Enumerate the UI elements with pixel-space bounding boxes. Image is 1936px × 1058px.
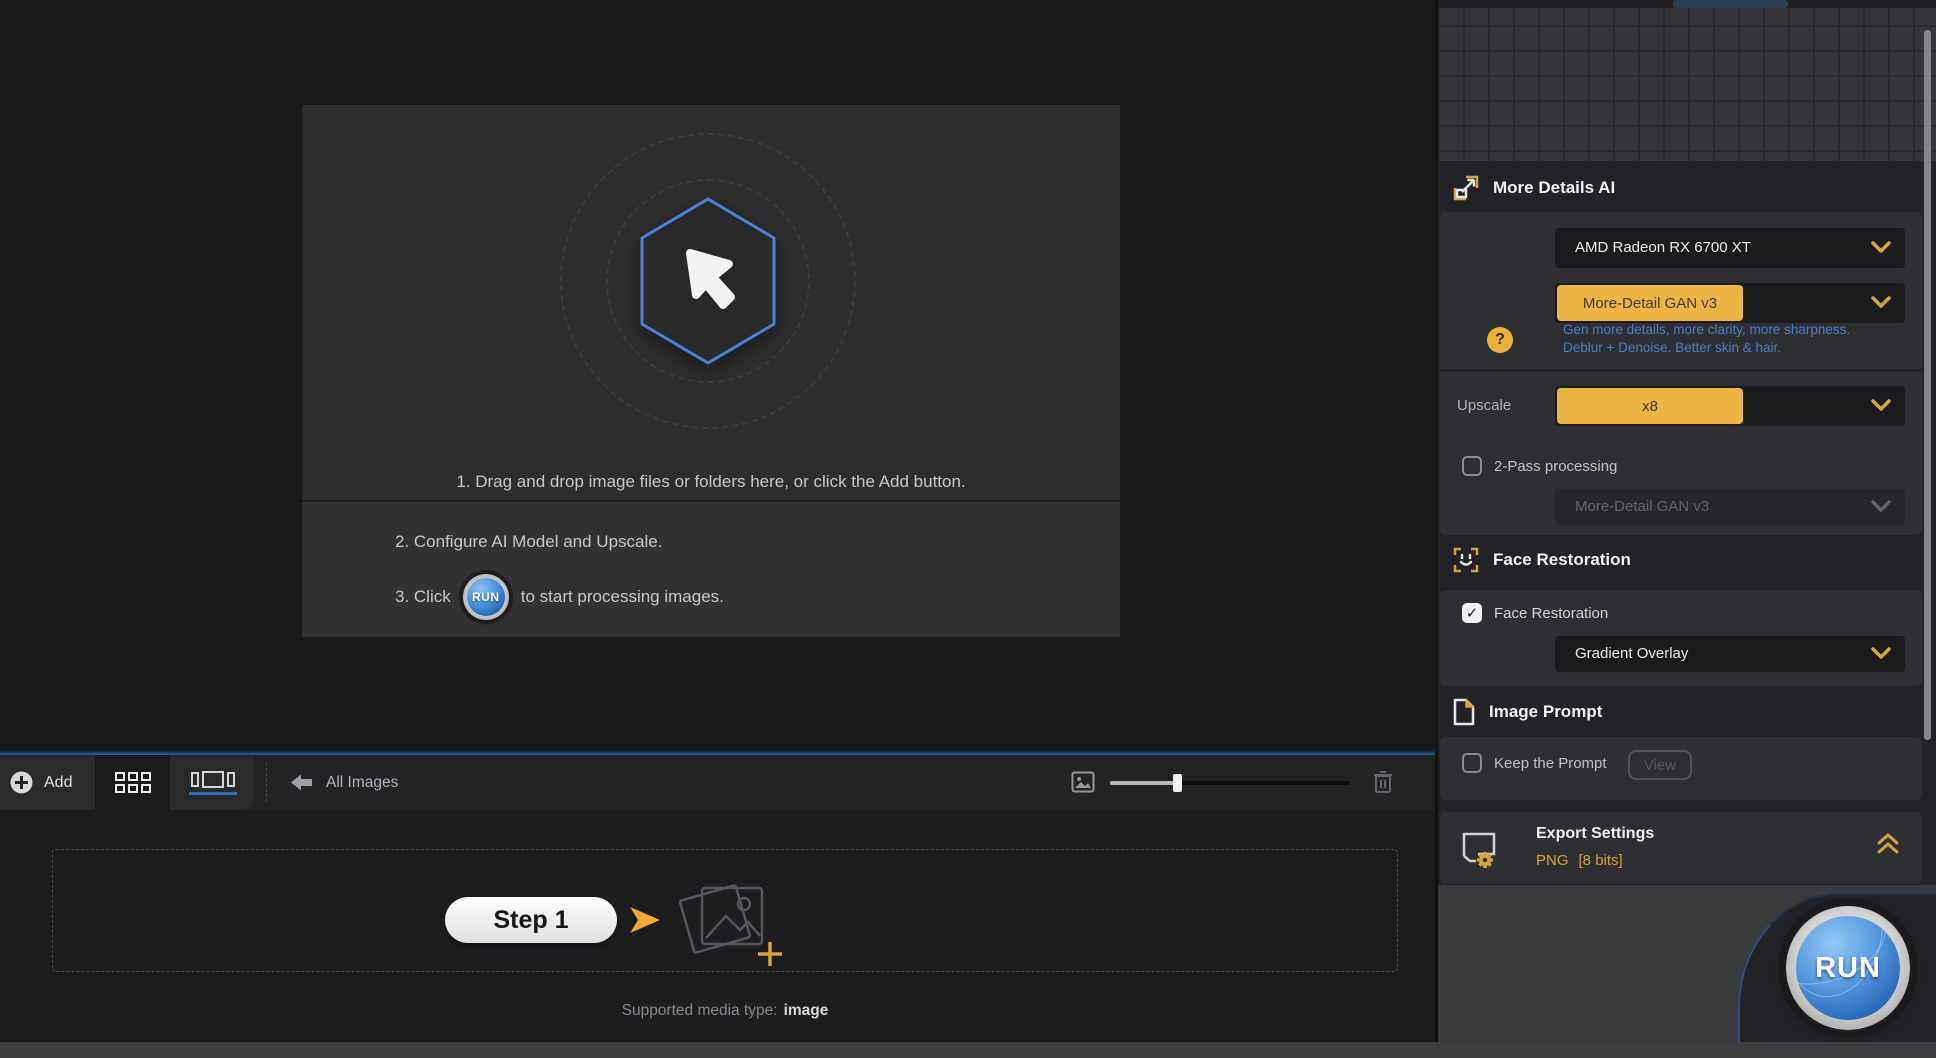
grid-view-button[interactable] — [95, 755, 170, 810]
instruction-step-2: 2. Configure AI Model and Upscale. — [395, 532, 662, 552]
add-button[interactable]: Add — [10, 755, 72, 810]
face-scan-icon — [1452, 546, 1480, 574]
hardware-dropdown[interactable]: AMD Radeon RX 6700 XT — [1555, 228, 1905, 268]
export-bits: [8 bits] — [1579, 852, 1623, 869]
ai-model-dropdown[interactable]: More-Detail GAN v3 — [1555, 283, 1905, 323]
face-restoration-mode-value: Gradient Overlay — [1575, 636, 1688, 672]
section-title-more-details: More Details AI — [1493, 178, 1615, 198]
settings-sidebar: More Details AI Hardware AI Model AMD Ra… — [1438, 0, 1936, 1042]
slider-fill — [1110, 781, 1178, 785]
step-arrow-icon — [630, 906, 662, 934]
grid-view-icon — [115, 772, 151, 793]
model-description-line2: Deblur + Denoise. Better skin & hair. — [1563, 340, 1781, 355]
section-header-face-restoration: Face Restoration — [1452, 546, 1631, 574]
export-format-value: PNG [8 bits] — [1536, 852, 1623, 869]
view-prompt-button[interactable]: View — [1628, 750, 1692, 780]
trash-icon[interactable] — [1372, 770, 1394, 794]
section-header-more-details: More Details AI — [1452, 174, 1615, 202]
face-restoration-mode-dropdown[interactable]: Gradient Overlay — [1555, 636, 1905, 672]
all-images-label: All Images — [326, 774, 398, 792]
filmstrip-view-icon — [191, 771, 235, 788]
chevron-down-icon — [1871, 296, 1891, 309]
sidebar-top-strip — [1438, 0, 1936, 8]
filmstrip-view-button[interactable] — [170, 755, 255, 810]
instruction-step-3: 3. Click RUN to start processing images. — [395, 574, 724, 620]
bottom-tray: Step 1 Supported media type: image — [0, 810, 1438, 1042]
upscale-label: Upscale — [1457, 386, 1511, 426]
add-button-label: Add — [44, 774, 72, 792]
supported-media-value: image — [784, 1002, 829, 1019]
section-header-image-prompt: Image Prompt — [1452, 698, 1602, 726]
hardware-value: AMD Radeon RX 6700 XT — [1575, 228, 1751, 268]
upscale-dropdown[interactable]: x8 — [1555, 386, 1905, 426]
export-format: PNG — [1536, 852, 1569, 869]
vertical-scrollbar-thumb[interactable] — [1924, 30, 1931, 740]
drop-hexagon-icon[interactable] — [628, 191, 788, 371]
two-pass-model-value: More-Detail GAN v3 — [1575, 489, 1709, 525]
chevron-down-icon — [1871, 647, 1891, 660]
all-images-button[interactable]: All Images — [290, 755, 398, 810]
chevron-down-icon — [1871, 241, 1891, 254]
window-bottom-strip — [0, 1042, 1936, 1058]
keep-prompt-checkbox[interactable] — [1462, 753, 1482, 773]
drop-zone-upper[interactable]: 1. Drag and drop image files or folders … — [302, 105, 1120, 500]
document-icon — [1452, 698, 1476, 726]
help-icon[interactable]: ? — [1487, 327, 1513, 353]
gear-icon — [1477, 852, 1493, 868]
two-pass-checkbox[interactable] — [1462, 456, 1482, 476]
instruction-step-3-suffix: to start processing images. — [521, 587, 724, 607]
run-badge-icon: RUN — [463, 574, 509, 620]
face-restoration-checkbox[interactable]: ✓ — [1462, 603, 1482, 623]
supported-media-prefix: Supported media type: — [622, 1002, 778, 1019]
slider-track — [1178, 781, 1350, 785]
model-description-line1: Gen more details, more clarity, more sha… — [1563, 322, 1850, 337]
add-photos-icon — [672, 878, 784, 968]
thumbnail-size-icon — [1071, 771, 1095, 793]
horizontal-scrollbar-thumb[interactable] — [1673, 0, 1788, 8]
face-restoration-checkbox-label: Face Restoration — [1494, 605, 1608, 622]
upscale-value-pill: x8 — [1557, 388, 1743, 424]
two-pass-model-dropdown-disabled: More-Detail GAN v3 — [1555, 489, 1905, 525]
two-pass-label: 2-Pass processing — [1494, 458, 1617, 475]
plus-circle-icon — [10, 771, 33, 794]
supported-media-text: Supported media type: image — [52, 1002, 1398, 1020]
section-title-face-restoration: Face Restoration — [1493, 550, 1631, 570]
run-badge-label: RUN — [467, 578, 505, 616]
filmstrip-active-underline — [189, 792, 237, 795]
section-title-image-prompt: Image Prompt — [1489, 702, 1602, 722]
drop-zone-lower: 2. Configure AI Model and Upscale. 3. Cl… — [302, 502, 1120, 637]
slider-thumb[interactable] — [1173, 774, 1182, 792]
chevron-down-icon — [1871, 399, 1891, 412]
collapse-double-chevron-icon[interactable] — [1876, 832, 1900, 856]
instruction-step-1: 1. Drag and drop image files or folders … — [302, 472, 1120, 492]
export-settings-card[interactable]: Export Settings PNG [8 bits] — [1440, 812, 1922, 884]
toolbar-divider — [266, 763, 267, 802]
back-arrow-icon — [290, 773, 313, 792]
step-1-pill: Step 1 — [445, 897, 617, 943]
main-area: 1. Drag and drop image files or folders … — [0, 0, 1438, 1058]
upscale-expand-icon — [1452, 174, 1480, 202]
chevron-down-icon — [1871, 500, 1891, 513]
keep-prompt-label: Keep the Prompt — [1494, 755, 1607, 772]
export-settings-icon — [1454, 828, 1500, 870]
media-toolbar: Add All Images — [0, 755, 1438, 810]
ai-model-value-pill: More-Detail GAN v3 — [1557, 285, 1743, 321]
run-button-globe: RUN — [1796, 916, 1900, 1020]
preview-checker-pattern — [1438, 0, 1936, 161]
image-drop-zone[interactable]: 1. Drag and drop image files or folders … — [302, 105, 1120, 637]
run-button[interactable]: RUN — [1786, 906, 1910, 1030]
export-settings-title: Export Settings — [1536, 825, 1654, 843]
thumbnail-size-slider[interactable] — [1110, 773, 1350, 793]
instruction-step-3-prefix: 3. Click — [395, 587, 451, 607]
